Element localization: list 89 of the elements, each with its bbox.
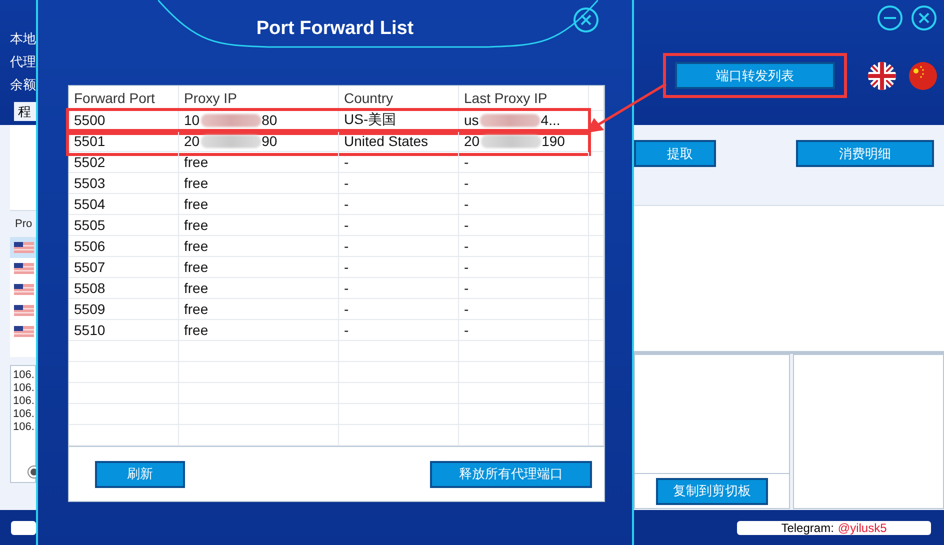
table-cell [589,425,604,446]
table-cell: 10 80 [179,110,339,131]
column-header: Forward Port [69,86,179,111]
china-flag-icon[interactable] [909,62,937,90]
table-cell: - [339,152,459,173]
tab[interactable]: 程 [14,102,36,121]
table-cell: - [459,299,589,320]
table-cell [589,194,604,215]
table-cell: - [339,215,459,236]
table-cell [589,362,604,383]
log-line: 106. [13,421,33,434]
table-cell: 5500 [69,110,179,131]
field-label: 余额 [10,76,36,94]
table-cell [589,86,604,111]
table-cell: free [179,215,339,236]
table-cell: free [179,320,339,341]
log-line: 106. [13,395,33,408]
table-cell: - [339,320,459,341]
status-pill [11,520,36,534]
refresh-button[interactable]: 刷新 [95,460,185,488]
table-cell: 5508 [69,278,179,299]
table-cell: 5507 [69,257,179,278]
table-cell [589,152,604,173]
telegram-contact: Telegram: @yilusk5 [737,520,931,534]
field-label: 代理 [10,53,36,71]
table-cell: 5502 [69,152,179,173]
table-cell: - [339,194,459,215]
table-cell [589,320,604,341]
column-header: Country [339,86,459,111]
table-cell: 5505 [69,215,179,236]
us-flag-icon [14,242,34,253]
table-cell: - [459,173,589,194]
details-button[interactable]: 消费明细 [796,140,934,167]
column-header: Proxy IP [179,86,339,111]
log-line: 106. [13,369,33,382]
table-cell: us 4... [459,110,589,131]
table-cell: free [179,299,339,320]
table-cell: 5510 [69,320,179,341]
log-line: 106. [13,408,33,421]
log-line: 106. [13,382,33,395]
table-cell: 5501 [69,131,179,152]
uk-flag-icon[interactable] [868,62,896,90]
table-cell: - [459,257,589,278]
copy-to-clipboard-button[interactable]: 复制到剪切板 [656,478,768,504]
table-cell: - [459,278,589,299]
table-cell: 5503 [69,173,179,194]
table-cell: 20 190 [459,131,589,152]
extract-button[interactable]: 提取 [634,140,716,167]
release-ports-button[interactable]: 释放所有代理端口 [430,460,592,488]
table-cell: 5504 [69,194,179,215]
table-cell [589,257,604,278]
list-item[interactable] [10,237,36,258]
table-cell: - [339,299,459,320]
table-cell: free [179,194,339,215]
table-cell: free [179,173,339,194]
close-icon[interactable] [573,7,599,33]
table-cell [589,404,604,425]
table-cell: 5509 [69,299,179,320]
table-cell: US-美国 [339,110,459,131]
dialog-title: Port Forward List [256,18,414,40]
table-cell: - [339,278,459,299]
table-cell [589,215,604,236]
port-forward-list-button[interactable]: 端口转发列表 [675,62,835,89]
table-cell [589,341,604,362]
table-cell: - [459,152,589,173]
table-cell [589,173,604,194]
table-cell: free [179,152,339,173]
column-header: Last Proxy IP [459,86,589,111]
column-header: Pro [15,218,32,230]
table-cell [589,383,604,404]
table-cell [589,278,604,299]
table-cell: - [459,194,589,215]
table-cell: - [339,257,459,278]
table-cell [589,299,604,320]
close-icon[interactable] [911,5,937,31]
table-cell: free [179,257,339,278]
field-label: 本地 [10,30,36,48]
table-cell: 20 90 [179,131,339,152]
table-cell: - [459,215,589,236]
minimize-icon[interactable] [877,5,903,31]
table-cell: - [339,173,459,194]
table-cell: United States [339,131,459,152]
table-cell: - [459,236,589,257]
table-cell: free [179,236,339,257]
table-cell [589,236,604,257]
table-cell: - [339,236,459,257]
table-cell: 5506 [69,236,179,257]
table-cell: free [179,278,339,299]
table-cell: - [459,320,589,341]
